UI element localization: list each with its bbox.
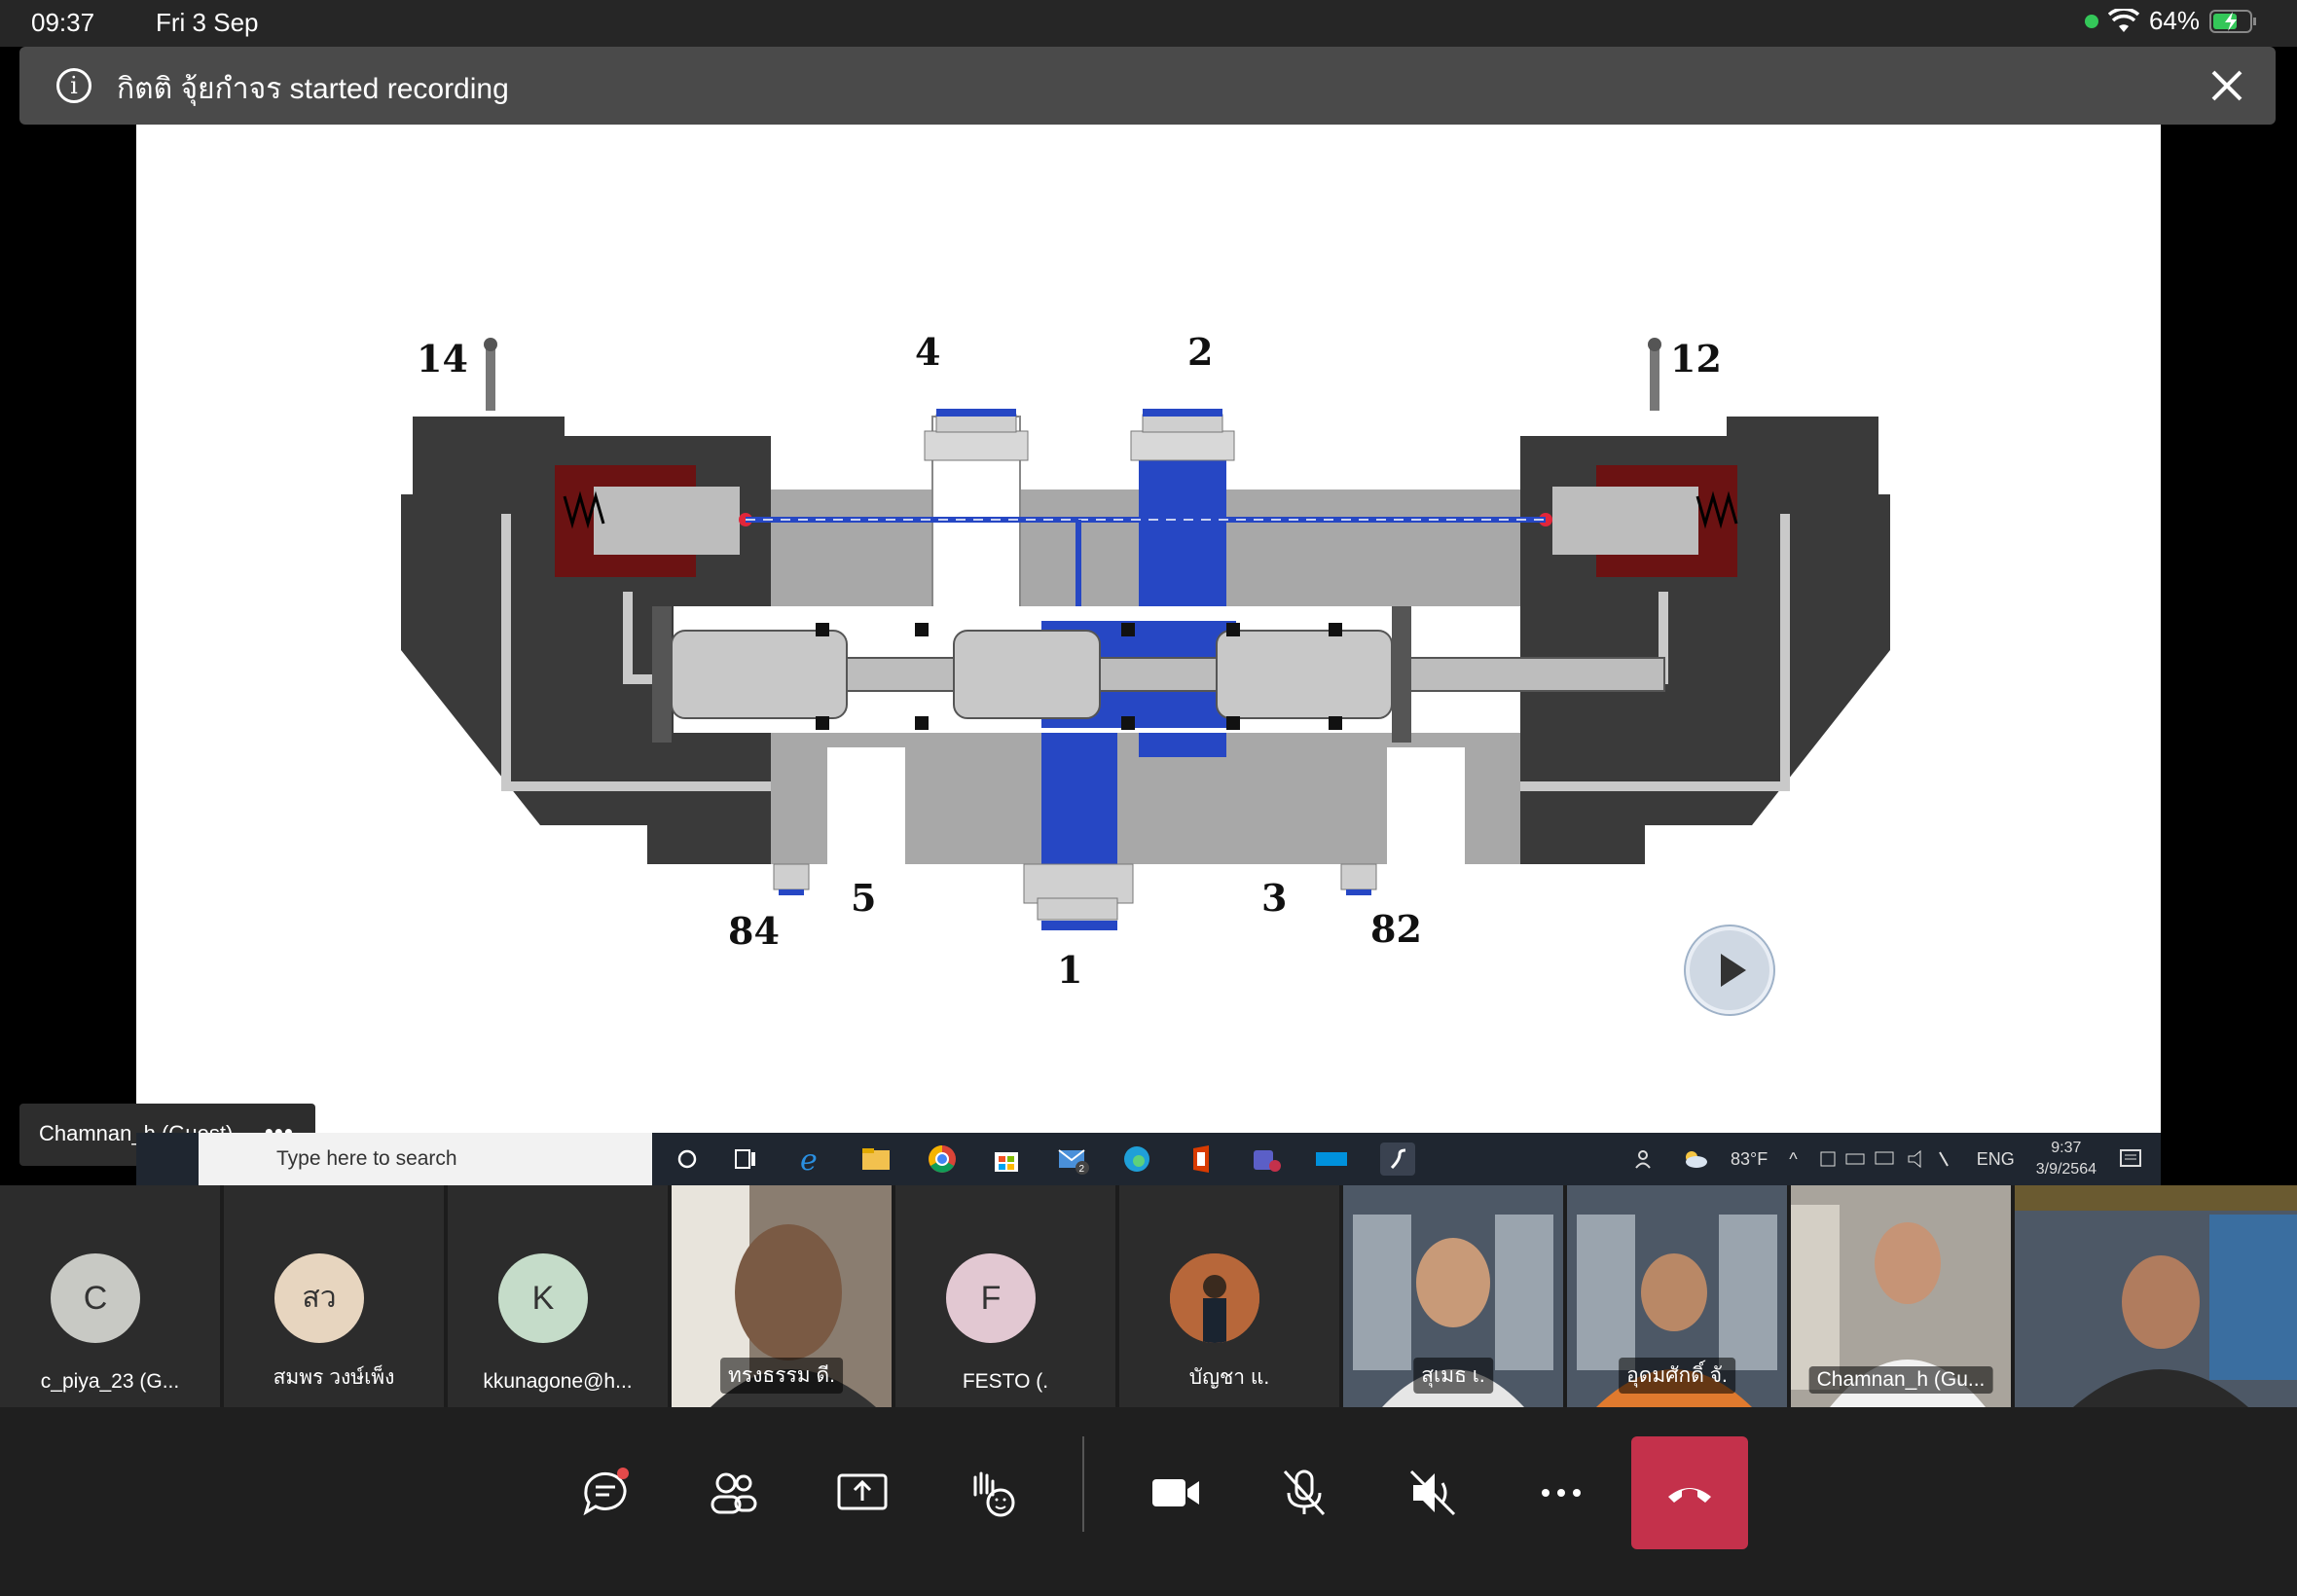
participant-name: c_piya_23 (G... <box>40 1370 180 1393</box>
hang-up-button[interactable] <box>1631 1436 1748 1549</box>
people-icon <box>711 1472 757 1514</box>
clock-time: 9:37 <box>2051 1140 2082 1156</box>
svg-text:e: e <box>800 1143 818 1176</box>
internet-explorer-icon: e <box>800 1143 818 1176</box>
participant-tile[interactable]: บัญชา แ. <box>1119 1185 1339 1407</box>
store-icon <box>995 1152 1018 1172</box>
flash-player-icon <box>1380 1143 1415 1176</box>
play-button[interactable] <box>1686 926 1773 1014</box>
participants-strip: C c_piya_23 (G... สว สมพร วงษ์เพ็ง K kku… <box>0 1185 2297 1407</box>
participant-name: ทรงธรรม ดี. <box>720 1358 843 1394</box>
camera-in-use-icon <box>2084 14 2098 28</box>
status-date: Fri 3 Sep <box>156 8 259 37</box>
participant-name: อุดมศักดิ์ จั. <box>1619 1358 1735 1394</box>
call-controls <box>0 1407 2297 1596</box>
avatar: สว <box>274 1253 364 1343</box>
port-label-84: 84 <box>728 909 780 953</box>
hang-up-icon <box>1668 1488 1711 1503</box>
clock-date: 3/9/2564 <box>2035 1161 2096 1178</box>
participant-tile[interactable]: C c_piya_23 (G... <box>0 1185 220 1407</box>
status-time: 09:37 <box>31 8 95 37</box>
status-right: 64% <box>2084 6 2258 36</box>
edge-icon <box>1124 1146 1149 1172</box>
more-icon <box>1542 1489 1581 1497</box>
video-camera-icon <box>1152 1479 1199 1506</box>
participant-tile[interactable]: สุเมธ เ. <box>1343 1185 1563 1407</box>
port-label-5: 5 <box>851 876 876 920</box>
search-placeholder: Type here to search <box>276 1147 457 1170</box>
input-language: ENG <box>1976 1148 2015 1169</box>
more-options-button[interactable] <box>1503 1436 1620 1549</box>
participant-name: Chamnan_h (Gu... <box>1808 1366 1993 1394</box>
port-label-14: 14 <box>417 337 468 381</box>
participant-tile[interactable]: สว สมพร วงษ์เพ็ง <box>224 1185 444 1407</box>
info-icon: i <box>56 68 91 103</box>
camera-button[interactable] <box>1117 1436 1234 1549</box>
recording-banner: i กิตติ จุ้ยกำจร started recording <box>19 47 2276 125</box>
mute-button[interactable] <box>1246 1436 1363 1549</box>
cortana-icon <box>677 1149 697 1169</box>
festo-app-icon <box>1316 1152 1347 1166</box>
raise-hand-react-button[interactable] <box>932 1436 1049 1549</box>
office-icon <box>1193 1145 1209 1173</box>
battery-percent: 64% <box>2148 6 2200 35</box>
raise-hand-icon <box>973 1471 1015 1517</box>
valve-diagram: 14 4 2 12 84 5 1 3 82 <box>401 330 1890 992</box>
taskbar-clock: 9:37 3/9/2564 <box>2036 1138 2096 1180</box>
mic-off-icon <box>1283 1469 1326 1516</box>
participant-name: kkunagone@h... <box>483 1370 633 1393</box>
avatar: K <box>498 1253 588 1343</box>
status-bar: 09:37 Fri 3 Sep 64% <box>0 0 2297 47</box>
controls-divider <box>1082 1436 1084 1532</box>
participants-button[interactable] <box>675 1436 792 1549</box>
chrome-icon <box>929 1145 956 1173</box>
participant-video <box>2015 1185 2297 1407</box>
participant-name: สุเมธ เ. <box>1413 1358 1493 1394</box>
wifi-icon <box>2107 8 2139 32</box>
tray-icons <box>1820 1149 1949 1169</box>
chat-button[interactable] <box>547 1436 664 1549</box>
recording-message: กิตติ จุ้ยกำจร started recording <box>117 73 509 105</box>
port-label-12: 12 <box>1670 337 1722 381</box>
people-icon <box>1635 1150 1651 1169</box>
notification-center-icon <box>2120 1149 2141 1167</box>
weather-temp: 83°F <box>1731 1148 1768 1169</box>
participant-name: สมพร วงษ์เพ็ง <box>273 1366 395 1389</box>
port-label-4: 4 <box>915 330 940 374</box>
speaker-button[interactable] <box>1374 1436 1491 1549</box>
share-screen-button[interactable] <box>804 1436 921 1549</box>
system-tray: 83°F ^ ENG 9:37 3/9/2564 <box>1633 1133 2161 1185</box>
avatar: C <box>51 1253 140 1343</box>
shared-screen: 14 4 2 12 84 5 1 3 82 <box>136 125 2161 1133</box>
port-label-82: 82 <box>1370 907 1422 951</box>
speaker-off-icon <box>1409 1469 1456 1516</box>
mail-badge: 2 <box>1079 1164 1085 1175</box>
mail-icon: 2 <box>1058 1149 1089 1175</box>
windows-taskbar: Type here to search e 2 83°F ^ ENG 9:37 … <box>136 1133 2161 1185</box>
play-icon <box>1721 954 1746 987</box>
chevron-up-icon: ^ <box>1789 1148 1798 1169</box>
avatar: F <box>946 1253 1036 1343</box>
participant-tile[interactable]: ทรงธรรม ดี. <box>672 1185 892 1407</box>
battery-charging-icon <box>2209 9 2256 33</box>
port-label-2: 2 <box>1187 330 1213 374</box>
file-explorer-icon <box>862 1148 890 1170</box>
task-view-icon <box>735 1149 755 1169</box>
participant-tile[interactable]: K kkunagone@h... <box>448 1185 668 1407</box>
port-label-1: 1 <box>1057 948 1082 992</box>
participant-tile[interactable]: อุดมศักดิ์ จั. <box>1567 1185 1787 1407</box>
close-banner-button[interactable] <box>2200 58 2254 113</box>
teams-icon <box>1254 1150 1281 1172</box>
participant-tile[interactable]: F FESTO (. <box>895 1185 1115 1407</box>
participant-name: FESTO (. <box>962 1370 1049 1393</box>
avatar-photo <box>1170 1253 1259 1343</box>
chat-icon <box>583 1468 629 1516</box>
port-label-3: 3 <box>1261 876 1287 920</box>
windows-search-box: Type here to search <box>199 1133 652 1185</box>
weather-cloud-icon <box>1686 1151 1708 1168</box>
participant-name: บัญชา แ. <box>1188 1366 1270 1389</box>
participant-tile[interactable] <box>2015 1185 2297 1407</box>
share-screen-icon <box>837 1473 888 1510</box>
participant-tile-active-speaker[interactable]: Chamnan_h (Gu... <box>1791 1185 2011 1407</box>
